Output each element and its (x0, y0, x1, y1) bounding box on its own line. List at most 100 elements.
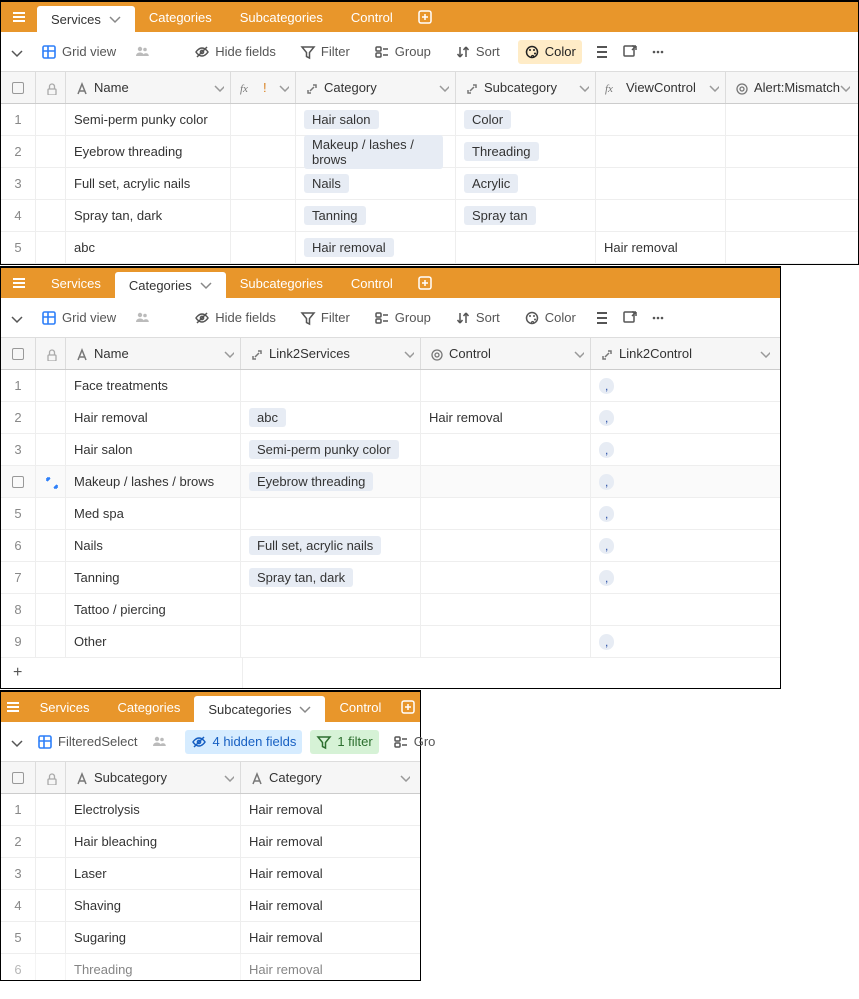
hide-fields-button[interactable]: Hide fields (188, 40, 282, 64)
cell-control[interactable] (421, 498, 591, 529)
linked-record-pill[interactable]: Makeup / lashes / brows (304, 135, 443, 169)
cell-link2services[interactable] (241, 370, 421, 401)
menu-button[interactable] (1, 2, 37, 32)
color-button[interactable]: Color (518, 40, 582, 64)
cell-control[interactable]: Hair removal (421, 402, 591, 433)
table-row[interactable]: 5Med spa, (1, 498, 780, 530)
row-height-button[interactable] (594, 44, 610, 60)
cell-formula[interactable] (231, 104, 296, 135)
add-table-button[interactable] (407, 2, 443, 32)
caret-down-icon[interactable] (222, 770, 234, 785)
cell-name[interactable]: Full set, acrylic nails (66, 168, 231, 199)
caret-down-icon[interactable] (437, 80, 449, 95)
view-grid-button[interactable]: FilteredSelect (31, 730, 143, 754)
expand-record-button[interactable] (36, 466, 66, 497)
cell-formula[interactable] (231, 232, 296, 263)
caret-down-icon[interactable] (572, 346, 584, 361)
table-row[interactable]: 3LaserHair removal (1, 858, 420, 890)
filter-button[interactable]: Filter (294, 306, 356, 330)
cell-subcategory[interactable]: Shaving (66, 890, 241, 921)
cell-category[interactable]: Hair removal (241, 890, 416, 921)
cell-name[interactable]: Makeup / lashes / brows (66, 466, 241, 497)
col-category[interactable]: Category (296, 72, 456, 103)
cell-name[interactable]: Tanning (66, 562, 241, 593)
cell-category[interactable]: Makeup / lashes / brows (296, 136, 456, 167)
cell-formula[interactable] (231, 136, 296, 167)
tab-subcategories[interactable]: Subcategories (226, 268, 337, 298)
tab-services[interactable]: Services (37, 6, 135, 32)
col-subcategory[interactable]: Subcategory (66, 762, 241, 793)
cell-link2services[interactable]: Eyebrow threading (241, 466, 421, 497)
cell-name[interactable]: Semi-perm punky color (66, 104, 231, 135)
views-button[interactable] (9, 735, 23, 749)
table-row[interactable]: 2Eyebrow threadingMakeup / lashes / brow… (1, 136, 858, 168)
tab-categories[interactable]: Categories (115, 272, 226, 298)
cell-subcategory[interactable]: Threading (66, 954, 241, 980)
select-all-checkbox[interactable] (1, 72, 36, 103)
view-grid-button[interactable]: Grid view (35, 40, 122, 64)
add-table-button[interactable] (407, 268, 443, 298)
cell-subcategory[interactable]: Spray tan (456, 200, 596, 231)
col-viewcontrol[interactable]: ViewControl (596, 72, 726, 103)
cell-viewcontrol[interactable] (596, 200, 726, 231)
col-link2control[interactable]: Link2Control (591, 338, 776, 369)
cell-link2control[interactable]: , (591, 434, 776, 465)
col-subcategory[interactable]: Subcategory (456, 72, 596, 103)
cell-name[interactable]: Eyebrow threading (66, 136, 231, 167)
linked-record-pill[interactable]: abc (249, 408, 286, 427)
tab-control[interactable]: Control (337, 2, 407, 32)
cell-link2control[interactable] (591, 594, 776, 625)
table-row[interactable]: 2Hair removalabcHair removal, (1, 402, 780, 434)
add-table-button[interactable] (395, 692, 420, 722)
cell-link2control[interactable]: , (591, 370, 776, 401)
share-view-button[interactable] (622, 44, 638, 60)
more-button[interactable] (650, 310, 666, 326)
linked-record-pill[interactable]: , (599, 410, 614, 426)
cell-name[interactable]: Tattoo / piercing (66, 594, 241, 625)
caret-down-icon[interactable] (398, 770, 410, 785)
select-all-checkbox[interactable] (1, 762, 36, 793)
tab-services[interactable]: Services (26, 692, 104, 722)
table-row[interactable]: 7TanningSpray tan, dark, (1, 562, 780, 594)
cell-subcategory[interactable]: Color (456, 104, 596, 135)
menu-button[interactable] (1, 692, 26, 722)
cell-alert[interactable] (726, 168, 856, 199)
cell-subcategory[interactable] (456, 232, 596, 263)
linked-record-pill[interactable]: Spray tan, dark (249, 568, 353, 587)
cell-subcategory[interactable]: Acrylic (456, 168, 596, 199)
tab-subcategories[interactable]: Subcategories (194, 696, 325, 722)
linked-record-pill[interactable]: Tanning (304, 206, 366, 225)
table-row[interactable]: 6NailsFull set, acrylic nails, (1, 530, 780, 562)
collaborators-button[interactable] (151, 733, 169, 751)
cell-name[interactable]: Face treatments (66, 370, 241, 401)
tab-categories[interactable]: Categories (135, 2, 226, 32)
cell-alert[interactable] (726, 104, 856, 135)
cell-link2control[interactable]: , (591, 402, 776, 433)
col-link2services[interactable]: Link2Services (241, 338, 421, 369)
collaborators-button[interactable] (134, 43, 152, 61)
tab-categories[interactable]: Categories (103, 692, 194, 722)
cell-alert[interactable] (726, 232, 856, 263)
filter-button[interactable]: 1 filter (310, 730, 378, 754)
linked-record-pill[interactable]: Hair removal (304, 238, 394, 257)
table-row[interactable]: 5SugaringHair removal (1, 922, 420, 954)
cell-category[interactable]: Nails (296, 168, 456, 199)
cell-viewcontrol[interactable] (596, 104, 726, 135)
row-height-button[interactable] (594, 310, 610, 326)
group-button[interactable]: Gro (387, 730, 442, 754)
cell-control[interactable] (421, 434, 591, 465)
cell-name[interactable]: Hair salon (66, 434, 241, 465)
cell-category[interactable]: Hair removal (241, 954, 416, 980)
cell-name[interactable]: Spray tan, dark (66, 200, 231, 231)
linked-record-pill[interactable]: , (599, 474, 614, 490)
caret-down-icon[interactable] (277, 80, 289, 95)
cell-control[interactable] (421, 626, 591, 657)
table-row[interactable]: 5abcHair removalHair removal (1, 232, 858, 264)
cell-viewcontrol[interactable]: Hair removal (596, 232, 726, 263)
linked-record-pill[interactable]: , (599, 378, 614, 394)
table-row[interactable]: 6ThreadingHair removal (1, 954, 420, 980)
cell-name[interactable]: Hair removal (66, 402, 241, 433)
table-row[interactable]: 3Hair salonSemi-perm punky color, (1, 434, 780, 466)
linked-record-pill[interactable]: , (599, 506, 614, 522)
cell-link2control[interactable]: , (591, 530, 776, 561)
